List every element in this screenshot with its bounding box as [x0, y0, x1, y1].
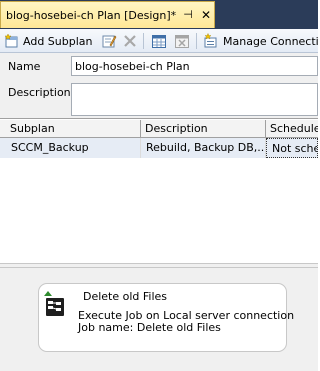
row-schedule-cell[interactable]: Not sched: [266, 138, 318, 158]
document-tab-title: blog-hosebei-ch Plan [Design]*: [6, 9, 177, 22]
name-field[interactable]: [71, 56, 318, 76]
column-header-subplan[interactable]: Subplan: [6, 120, 141, 137]
toolbar-separator: [196, 33, 197, 49]
subplan-properties-button[interactable]: [101, 32, 117, 50]
properties-icon: [101, 33, 117, 49]
task-title: Delete old Files: [83, 290, 168, 303]
delete-icon: [122, 33, 138, 49]
row-description-cell[interactable]: Rebuild, Backup DB,...: [141, 138, 266, 158]
manage-connections-button[interactable]: Manage Connecti: [203, 32, 319, 50]
pin-icon[interactable]: ⊣: [181, 7, 195, 23]
calendar-icon: [151, 33, 167, 49]
task-job-name: Job name: Delete old Files: [78, 321, 221, 334]
remove-schedule-button[interactable]: [174, 32, 190, 50]
manage-connections-label: Manage Connecti: [223, 34, 319, 48]
grid-header: Subplan Description Schedule: [0, 120, 318, 138]
plan-properties-form: Name Description: [0, 53, 318, 118]
subplan-grid: Subplan Description Schedule SCCM_Backup…: [0, 118, 318, 264]
column-header-description[interactable]: Description: [141, 120, 266, 137]
add-subplan-icon: [4, 33, 20, 49]
name-label: Name: [8, 60, 41, 73]
task-box-delete-old-files[interactable]: Delete old Files Execute Job on Local se…: [38, 283, 294, 352]
close-tab-icon[interactable]: ✕: [199, 7, 213, 23]
task-success-arrow[interactable]: [43, 288, 53, 301]
description-label: Description: [8, 86, 71, 99]
column-header-schedule[interactable]: Schedule: [266, 120, 318, 137]
calendar-remove-icon: [174, 33, 190, 49]
row-subplan-cell[interactable]: SCCM_Backup: [6, 138, 141, 158]
design-surface[interactable]: Delete old Files Execute Job on Local se…: [0, 268, 318, 371]
toolbar-separator: [143, 33, 144, 49]
add-subplan-button[interactable]: Add Subplan: [4, 32, 92, 50]
document-tab[interactable]: blog-hosebei-ch Plan [Design]* ⊣ ✕: [0, 1, 215, 28]
toolbar: Add Subplan Manage Connecti: [0, 29, 319, 53]
delete-subplan-button[interactable]: [122, 32, 138, 50]
subplan-schedule-button[interactable]: [151, 32, 167, 50]
description-field[interactable]: [71, 83, 318, 116]
table-row[interactable]: SCCM_Backup Rebuild, Backup DB,... Not s…: [0, 138, 318, 158]
add-subplan-label: Add Subplan: [23, 34, 93, 48]
manage-connections-icon: [203, 32, 219, 49]
